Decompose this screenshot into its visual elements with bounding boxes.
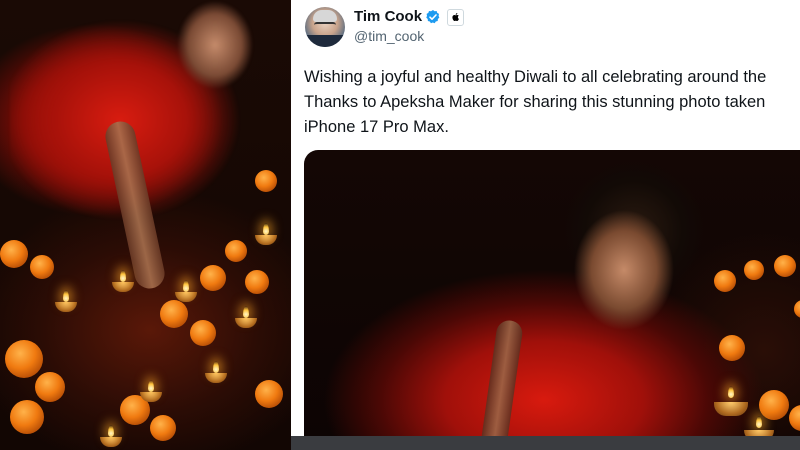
avatar[interactable] xyxy=(305,7,345,47)
marigold-flower xyxy=(255,170,277,192)
marigold-flower xyxy=(150,415,176,441)
avatar-hair xyxy=(313,10,337,22)
lamp-flame xyxy=(756,416,762,428)
marigold-flower xyxy=(30,255,54,279)
marigold-flower xyxy=(190,320,216,346)
marigold-flower xyxy=(759,390,789,420)
bottom-strip xyxy=(291,436,800,450)
marigold-flower xyxy=(5,340,43,378)
marigold-flower xyxy=(744,260,764,280)
lamp-flame xyxy=(213,361,219,373)
diya-lamp xyxy=(714,402,748,416)
marigold-flower xyxy=(255,380,283,408)
marigold-flower xyxy=(225,240,247,262)
diwali-photo-left xyxy=(0,0,291,450)
marigold-flower xyxy=(774,255,796,277)
avatar-glasses xyxy=(314,22,336,30)
tweet-text: Wishing a joyful and healthy Diwali to a… xyxy=(304,68,767,136)
avatar-shirt xyxy=(305,35,345,47)
marigold-flower xyxy=(0,240,28,268)
marigold-flower xyxy=(245,270,269,294)
diya-lamp xyxy=(112,282,134,292)
diya-lamp xyxy=(100,437,122,447)
lamp-flame xyxy=(263,223,269,235)
apple-logo-icon[interactable] xyxy=(447,9,464,26)
tweet-media-photo[interactable] xyxy=(304,150,800,450)
diya-lamp xyxy=(235,318,257,328)
author-handle[interactable]: @tim_cook xyxy=(354,28,424,44)
lamp-flame xyxy=(183,280,189,292)
marigold-flower xyxy=(714,270,736,292)
verified-badge-icon xyxy=(426,10,440,24)
marigold-flower xyxy=(10,400,44,434)
marigold-flower xyxy=(35,372,65,402)
lamp-flame xyxy=(108,425,114,437)
lamp-flame xyxy=(148,380,154,392)
woman-arm xyxy=(480,318,524,450)
marigold-flower xyxy=(200,265,226,291)
lamp-flame xyxy=(243,306,249,318)
diya-lamp xyxy=(205,373,227,383)
diya-lamp xyxy=(55,302,77,312)
lamp-flame xyxy=(63,290,69,302)
marigold-flower xyxy=(160,300,188,328)
marigold-flower xyxy=(719,335,745,361)
author-name[interactable]: Tim Cook xyxy=(354,8,422,25)
marigold-flower xyxy=(794,300,800,318)
marigold-flower xyxy=(789,405,800,431)
apple-glyph xyxy=(451,13,459,22)
tweet-card: Tim Cook @tim_cook Wishing a joyful and … xyxy=(291,0,800,450)
lamp-flame xyxy=(728,386,734,398)
lamp-flame xyxy=(120,270,126,282)
